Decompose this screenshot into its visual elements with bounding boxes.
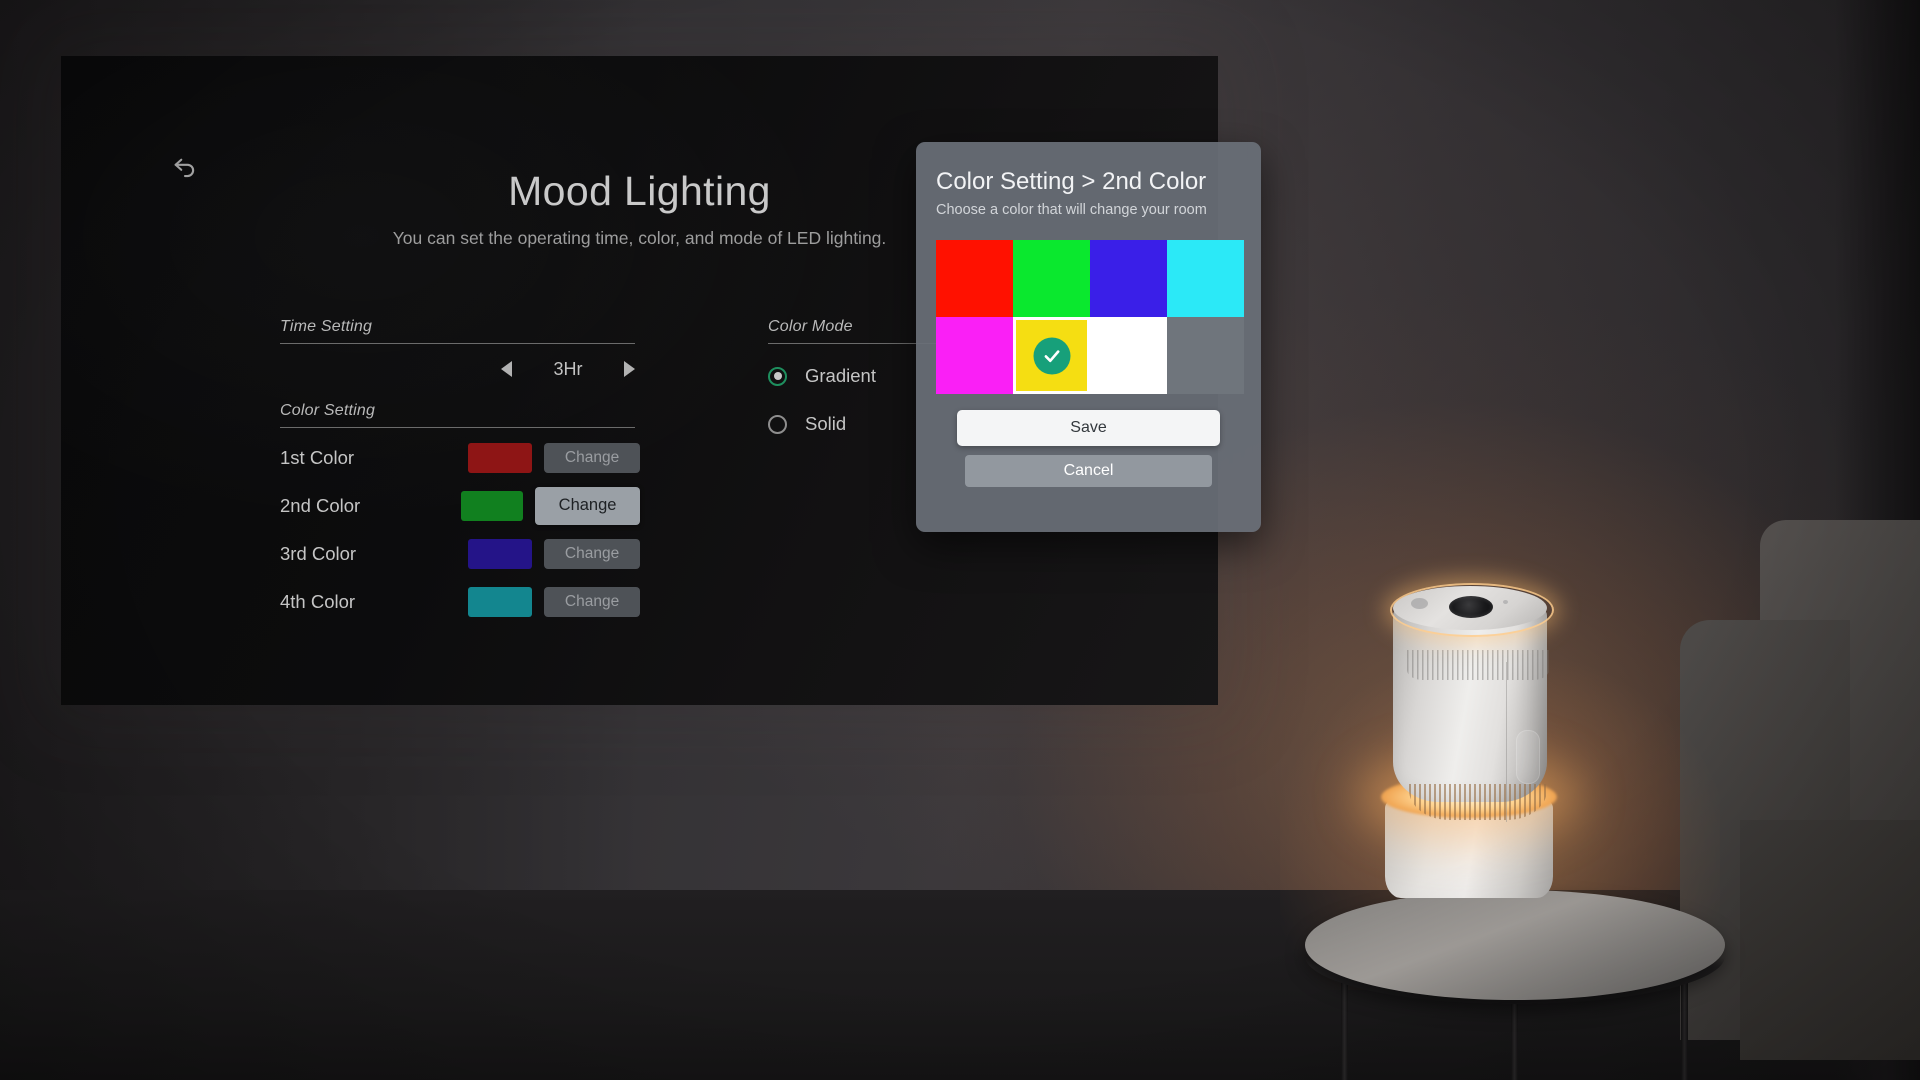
save-button[interactable]: Save bbox=[957, 410, 1220, 446]
change-color-button[interactable]: Change bbox=[544, 586, 640, 617]
device-vent-bottom bbox=[1409, 784, 1547, 820]
dialog-actions: Save Cancel bbox=[916, 410, 1261, 487]
change-color-button[interactable]: Change bbox=[544, 538, 640, 569]
time-setting-section: Time Setting bbox=[280, 318, 635, 344]
time-stepper[interactable]: 3Hr bbox=[280, 346, 635, 392]
color-setting-row: 3rd Color Change bbox=[280, 530, 640, 577]
projected-screen: Mood Lighting You can set the operating … bbox=[61, 56, 1261, 705]
color-setting-row: 2nd Color Change bbox=[280, 482, 640, 529]
color-swatch-yellow[interactable] bbox=[1013, 317, 1090, 394]
check-circle-icon bbox=[1033, 337, 1070, 374]
color-swatch-cyan[interactable] bbox=[1167, 240, 1244, 317]
time-value: 3Hr bbox=[553, 358, 583, 379]
color-picker-dialog: Color Setting > 2nd Color Choose a color… bbox=[916, 142, 1261, 532]
table-leg bbox=[1341, 976, 1348, 1080]
room-scene: Mood Lighting You can set the operating … bbox=[0, 0, 1920, 1080]
cancel-button[interactable]: Cancel bbox=[965, 455, 1212, 487]
color-swatch-gray[interactable] bbox=[1167, 317, 1244, 394]
change-color-button[interactable]: Change bbox=[544, 442, 640, 473]
color-row-label: 1st Color bbox=[280, 446, 355, 468]
color-setting-row: 1st Color Change bbox=[280, 434, 640, 481]
time-setting-divider bbox=[280, 343, 635, 344]
radio-icon[interactable] bbox=[768, 414, 787, 434]
color-row-swatch[interactable] bbox=[467, 442, 533, 473]
color-swatch-red[interactable] bbox=[936, 240, 1013, 317]
change-color-button[interactable]: Change bbox=[535, 486, 640, 525]
color-swatch-blue[interactable] bbox=[1090, 240, 1167, 317]
color-mode-label: Solid bbox=[805, 413, 847, 434]
dialog-subtitle: Choose a color that will change your roo… bbox=[936, 202, 1207, 218]
radio-icon[interactable] bbox=[768, 366, 787, 386]
triangle-right-icon[interactable] bbox=[624, 361, 635, 377]
color-row-swatch[interactable] bbox=[467, 586, 533, 617]
device-lens bbox=[1449, 596, 1493, 618]
color-row-label: 2nd Color bbox=[280, 494, 361, 516]
color-setting-row: 4th Color Change bbox=[280, 578, 640, 625]
color-mode-label: Gradient bbox=[805, 365, 876, 386]
dialog-title: Color Setting > 2nd Color bbox=[936, 168, 1207, 195]
table-leg bbox=[1681, 976, 1688, 1080]
device-indicator-dot bbox=[1503, 600, 1508, 604]
time-setting-heading: Time Setting bbox=[280, 318, 373, 335]
color-swatch-green[interactable] bbox=[1013, 240, 1090, 317]
color-setting-divider bbox=[280, 427, 635, 428]
triangle-left-icon[interactable] bbox=[501, 361, 512, 377]
color-setting-list: 1st Color Change 2nd Color Change 3rd Color C… bbox=[280, 434, 640, 626]
projector-device bbox=[1381, 580, 1557, 910]
color-row-label: 3rd Color bbox=[280, 542, 357, 564]
color-row-swatch[interactable] bbox=[461, 490, 524, 521]
device-vent-top bbox=[1407, 650, 1549, 680]
color-row-label: 4th Color bbox=[280, 590, 356, 612]
color-swatch-grid bbox=[936, 240, 1244, 394]
color-setting-section: Color Setting bbox=[280, 402, 635, 428]
color-swatch-magenta[interactable] bbox=[936, 317, 1013, 394]
device-control-panel bbox=[1516, 730, 1540, 784]
side-table bbox=[1305, 890, 1725, 1080]
color-row-swatch[interactable] bbox=[467, 538, 533, 569]
color-setting-heading: Color Setting bbox=[280, 402, 376, 419]
couch-seat bbox=[1740, 820, 1920, 1060]
device-sensor bbox=[1411, 598, 1428, 609]
color-swatch-white[interactable] bbox=[1090, 317, 1167, 394]
